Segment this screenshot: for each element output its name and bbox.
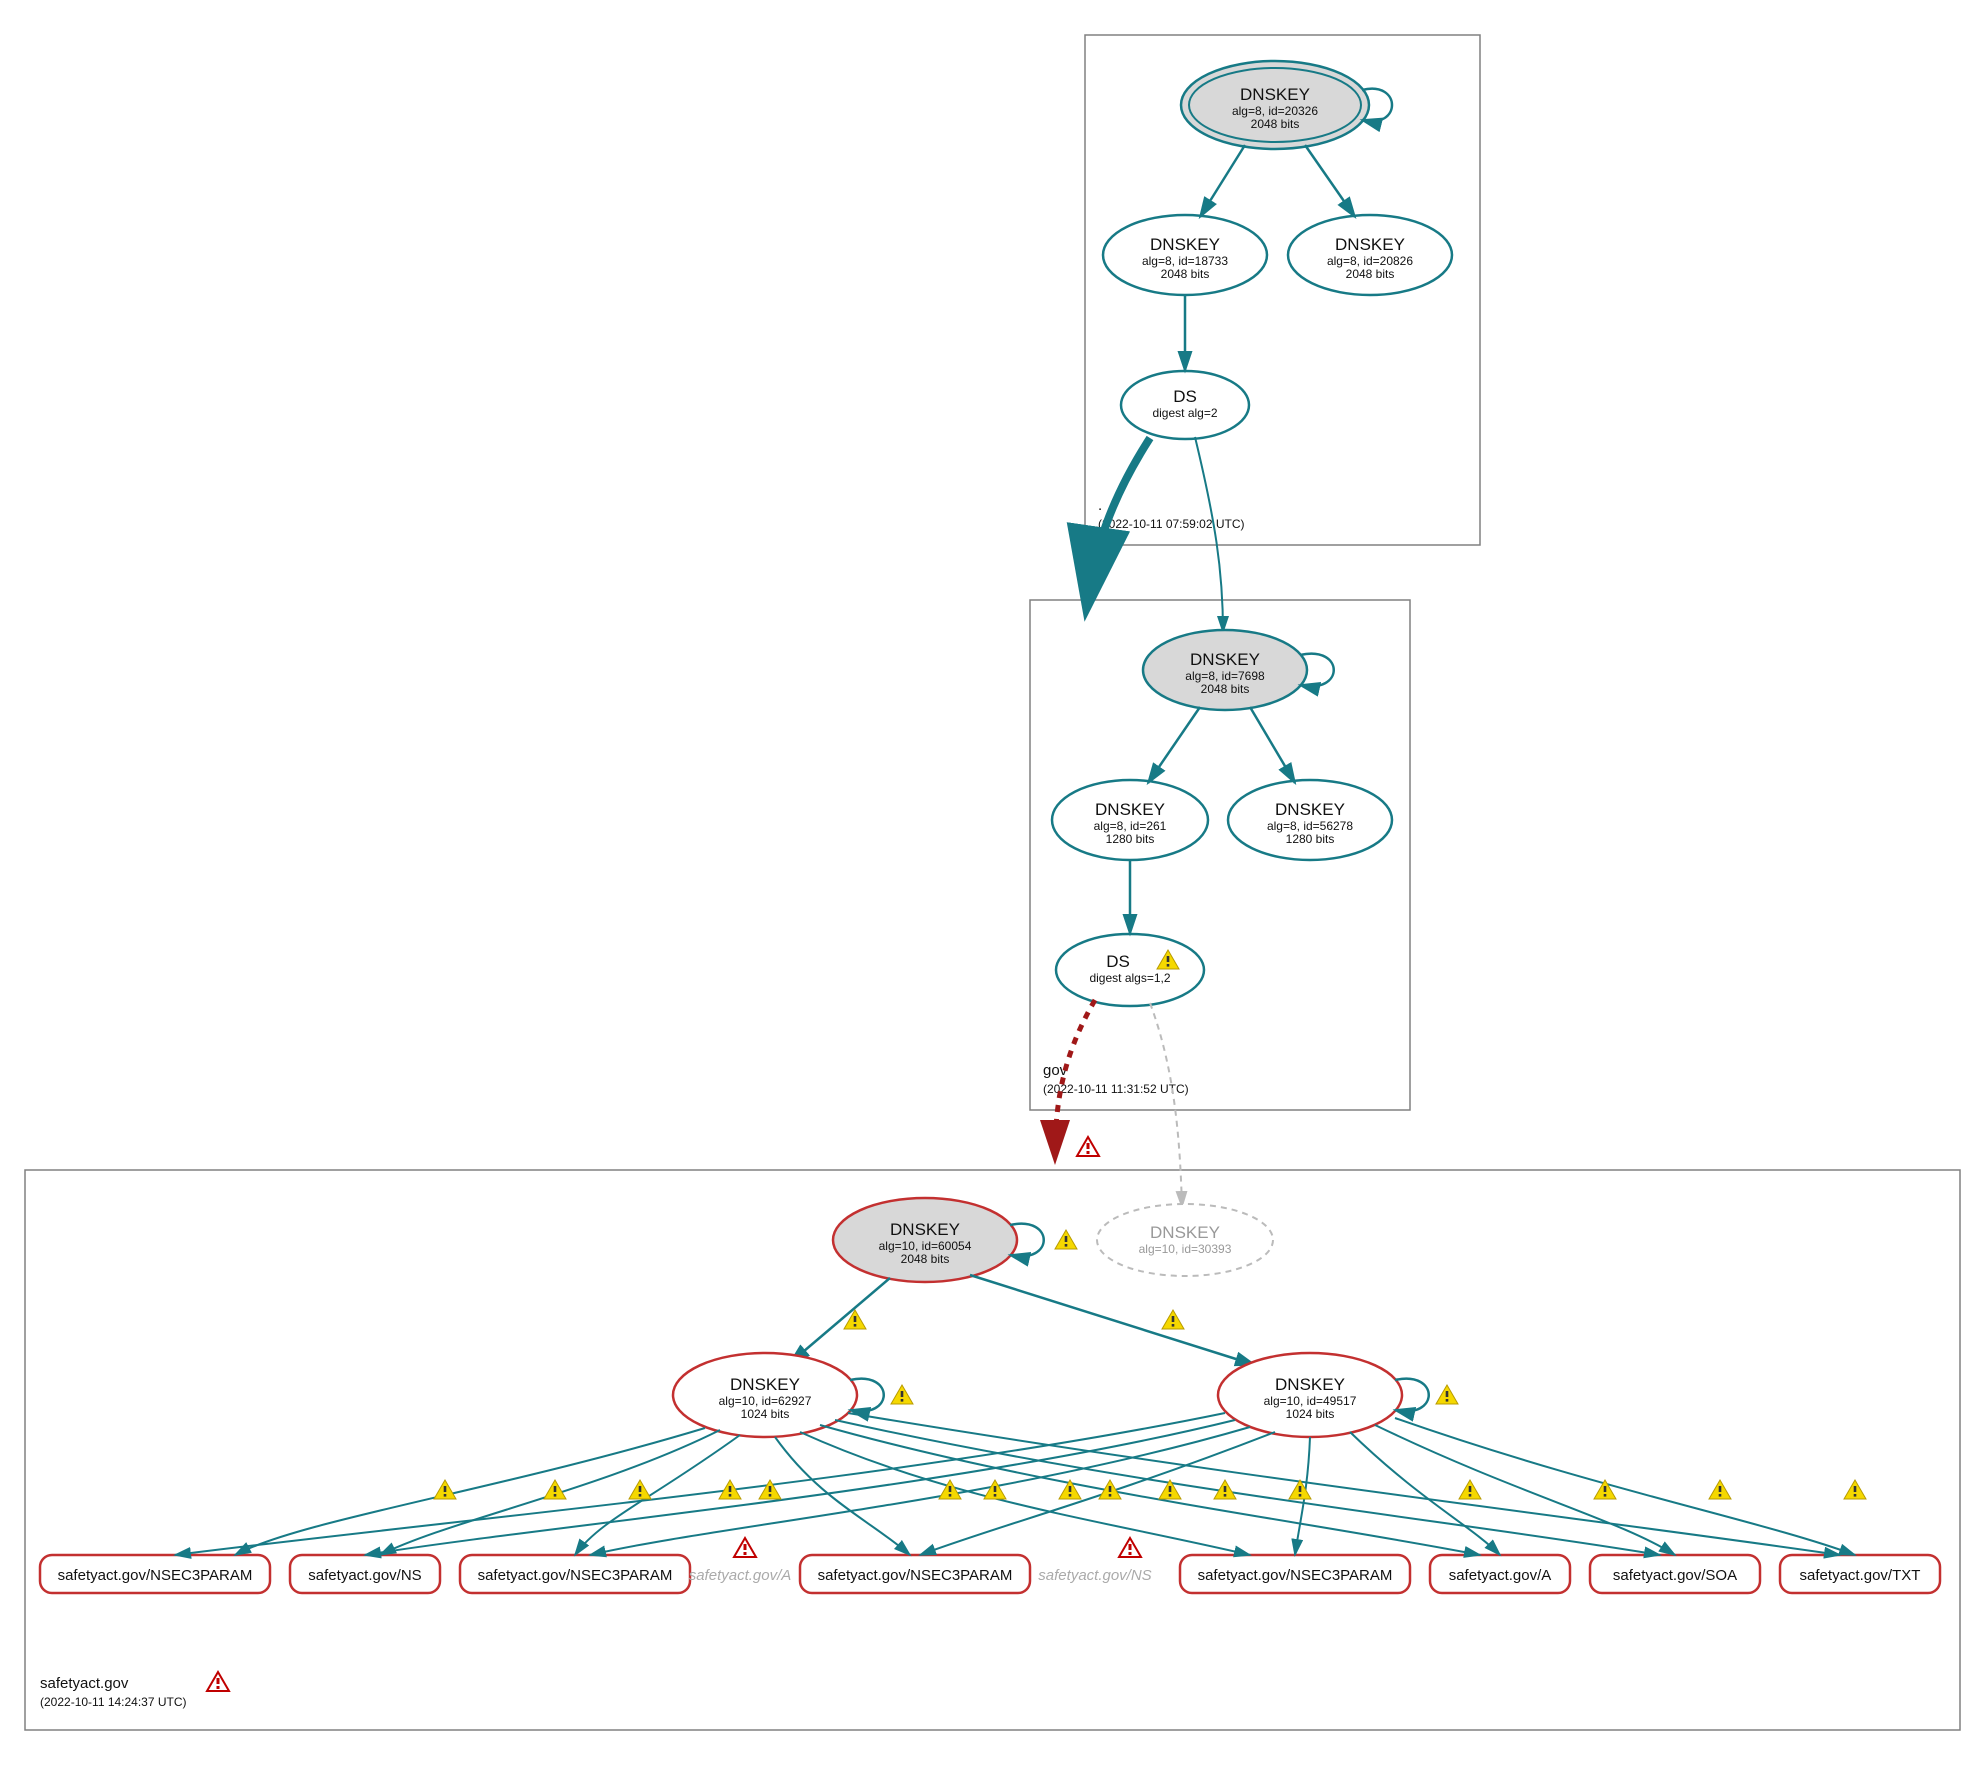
node-root-ds: DS digest alg=2 <box>1121 371 1249 439</box>
svg-text:DNSKEY: DNSKEY <box>1150 1223 1220 1242</box>
svg-text:alg=10, id=60054: alg=10, id=60054 <box>879 1239 972 1253</box>
svg-text:alg=8, id=18733: alg=8, id=18733 <box>1142 254 1228 268</box>
rr-row: safetyact.gov/NSEC3PARAM safetyact.gov/N… <box>40 1538 1940 1593</box>
svg-text:2048 bits: 2048 bits <box>1161 267 1210 281</box>
node-gov-zsk2: DNSKEY alg=8, id=56278 1280 bits <box>1228 780 1392 860</box>
svg-text:safetyact.gov/NSEC3PARAM: safetyact.gov/NSEC3PARAM <box>818 1567 1013 1584</box>
svg-text:alg=10, id=49517: alg=10, id=49517 <box>1264 1394 1357 1408</box>
warning-icon <box>891 1385 913 1404</box>
svg-text:safetyact.gov/NSEC3PARAM: safetyact.gov/NSEC3PARAM <box>478 1567 673 1584</box>
svg-text:DS: DS <box>1106 952 1130 971</box>
zone-root-ts: (2022-10-11 07:59:02 UTC) <box>1098 517 1245 531</box>
svg-text:2048 bits: 2048 bits <box>1201 682 1250 696</box>
svg-text:2048 bits: 2048 bits <box>1251 117 1300 131</box>
svg-text:DNSKEY: DNSKEY <box>1095 800 1165 819</box>
warning-icon <box>1055 1230 1077 1249</box>
svg-text:alg=8, id=56278: alg=8, id=56278 <box>1267 819 1353 833</box>
svg-text:safetyact.gov/NSEC3PARAM: safetyact.gov/NSEC3PARAM <box>58 1567 253 1584</box>
node-sa-ksk: DNSKEY alg=10, id=60054 2048 bits <box>833 1198 1017 1282</box>
node-root-zsk1: DNSKEY alg=8, id=18733 2048 bits <box>1103 215 1267 295</box>
svg-text:1280 bits: 1280 bits <box>1286 832 1335 846</box>
svg-text:1024 bits: 1024 bits <box>1286 1407 1335 1421</box>
node-root-zsk2: DNSKEY alg=8, id=20826 2048 bits <box>1288 215 1452 295</box>
svg-text:safetyact.gov/A: safetyact.gov/A <box>1449 1567 1552 1584</box>
zone-sa-ts: (2022-10-11 14:24:37 UTC) <box>40 1695 187 1709</box>
svg-text:alg=8, id=20326: alg=8, id=20326 <box>1232 104 1318 118</box>
node-sa-zsk1: DNSKEY alg=10, id=62927 1024 bits <box>673 1353 857 1437</box>
svg-text:safetyact.gov/NS: safetyact.gov/NS <box>1038 1567 1151 1584</box>
svg-text:2048 bits: 2048 bits <box>1346 267 1395 281</box>
svg-text:DNSKEY: DNSKEY <box>1190 650 1260 669</box>
svg-text:DNSKEY: DNSKEY <box>1275 1375 1345 1394</box>
svg-text:safetyact.gov/TXT: safetyact.gov/TXT <box>1800 1567 1921 1584</box>
svg-text:DNSKEY: DNSKEY <box>1150 235 1220 254</box>
node-sa-zsk2: DNSKEY alg=10, id=49517 1024 bits <box>1218 1353 1402 1437</box>
svg-text:DS: DS <box>1173 387 1197 406</box>
node-gov-ksk: DNSKEY alg=8, id=7698 2048 bits <box>1143 630 1307 710</box>
error-icon <box>207 1672 229 1691</box>
svg-text:digest algs=1,2: digest algs=1,2 <box>1089 971 1170 985</box>
svg-text:safetyact.gov/NSEC3PARAM: safetyact.gov/NSEC3PARAM <box>1198 1567 1393 1584</box>
svg-text:alg=10, id=30393: alg=10, id=30393 <box>1139 1242 1232 1256</box>
zone-sa-label: safetyact.gov <box>40 1675 129 1692</box>
error-icon <box>734 1538 756 1557</box>
svg-text:safetyact.gov/SOA: safetyact.gov/SOA <box>1613 1567 1737 1584</box>
node-gov-zsk1: DNSKEY alg=8, id=261 1280 bits <box>1052 780 1208 860</box>
warning-icon <box>1436 1385 1458 1404</box>
svg-text:DNSKEY: DNSKEY <box>890 1220 960 1239</box>
svg-text:DNSKEY: DNSKEY <box>1275 800 1345 819</box>
svg-text:safetyact.gov/A: safetyact.gov/A <box>689 1567 792 1584</box>
error-icon <box>1077 1137 1099 1156</box>
svg-text:DNSKEY: DNSKEY <box>1240 85 1310 104</box>
warning-icon <box>1162 1310 1184 1329</box>
node-gov-ds: DS digest algs=1,2 <box>1056 934 1204 1006</box>
node-root-ksk: DNSKEY alg=8, id=20326 2048 bits <box>1181 61 1369 149</box>
node-sa-ghost: DNSKEY alg=10, id=30393 <box>1097 1204 1273 1276</box>
svg-text:digest alg=2: digest alg=2 <box>1152 406 1217 420</box>
svg-text:safetyact.gov/NS: safetyact.gov/NS <box>308 1567 421 1584</box>
svg-text:alg=8, id=20826: alg=8, id=20826 <box>1327 254 1413 268</box>
svg-text:alg=8, id=261: alg=8, id=261 <box>1094 819 1167 833</box>
svg-text:1024 bits: 1024 bits <box>741 1407 790 1421</box>
svg-text:alg=8, id=7698: alg=8, id=7698 <box>1185 669 1265 683</box>
svg-text:DNSKEY: DNSKEY <box>730 1375 800 1394</box>
svg-text:DNSKEY: DNSKEY <box>1335 235 1405 254</box>
zone-root-label: . <box>1098 497 1102 514</box>
zone-gov-ts: (2022-10-11 11:31:52 UTC) <box>1043 1082 1189 1096</box>
error-icon <box>1119 1538 1141 1557</box>
svg-text:2048 bits: 2048 bits <box>901 1252 950 1266</box>
svg-text:1280 bits: 1280 bits <box>1106 832 1155 846</box>
svg-text:alg=10, id=62927: alg=10, id=62927 <box>719 1394 812 1408</box>
dnssec-graph: . (2022-10-11 07:59:02 UTC) DNSKEY alg=8… <box>0 0 1985 1776</box>
